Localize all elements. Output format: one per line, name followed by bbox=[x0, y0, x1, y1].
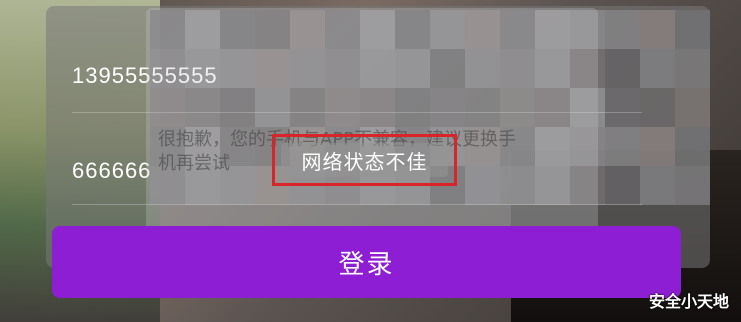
login-button[interactable]: 登录 bbox=[52, 226, 681, 298]
network-toast: 网络状态不佳 bbox=[272, 134, 457, 186]
watermark: 安全小天地 bbox=[648, 292, 729, 311]
verification-code-input[interactable]: 666666 bbox=[72, 158, 151, 184]
toast-message: 网络状态不佳 bbox=[301, 149, 428, 174]
